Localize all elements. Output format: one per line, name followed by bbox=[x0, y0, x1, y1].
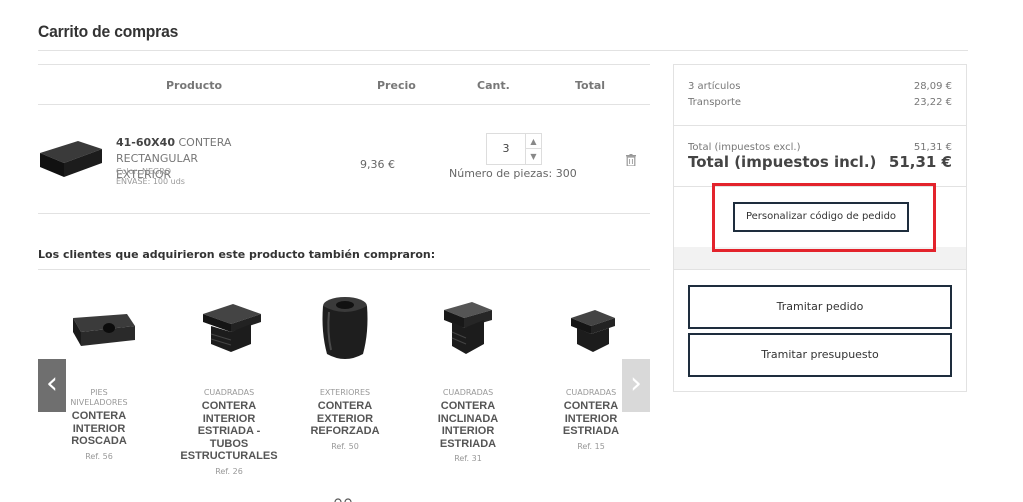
cart-item-row: 41-60X40 CONTERA RECTANGULAR EXTERIOR Co… bbox=[38, 105, 650, 214]
page-title: Carrito de compras bbox=[38, 22, 179, 41]
cart-table: Producto Precio Cant. Total 41-60X40 CON… bbox=[38, 64, 650, 214]
total-excl-label: Total (impuestos excl.) bbox=[688, 142, 801, 153]
cut-off-glyph bbox=[334, 498, 352, 502]
product-image bbox=[322, 297, 368, 359]
product-code: 41-60X40 bbox=[116, 136, 175, 149]
related-name: CONTERA INCLINADA INTERIOR ESTRIADA bbox=[437, 400, 499, 450]
related-category: CUADRADAS bbox=[442, 388, 494, 397]
product-pack: ENVASE: 100 uds bbox=[116, 177, 185, 186]
header-total: Total bbox=[575, 79, 606, 92]
product-image bbox=[444, 302, 492, 354]
related-ref: Ref. 15 bbox=[577, 441, 605, 451]
product-image bbox=[571, 310, 615, 352]
shipping-line: Transporte 23,22 € bbox=[688, 97, 952, 108]
product-image bbox=[203, 304, 261, 352]
related-ref: Ref. 56 bbox=[85, 451, 113, 461]
product-image bbox=[73, 314, 135, 346]
pieces-count: Número de piezas: 300 bbox=[449, 167, 577, 180]
summary-divider bbox=[674, 125, 966, 126]
item-price: 9,36 € bbox=[360, 158, 395, 171]
request-quote-button[interactable]: Tramitar presupuesto bbox=[688, 333, 952, 377]
header-price: Precio bbox=[377, 79, 416, 92]
related-product-card[interactable]: CUADRADAS CONTERA INTERIOR ESTRIADA Ref.… bbox=[536, 292, 646, 451]
total-incl-label: Total (impuestos incl.) bbox=[688, 153, 877, 171]
quantity-increase-button[interactable]: ▲ bbox=[525, 134, 541, 149]
related-ref: Ref. 50 bbox=[331, 441, 359, 451]
shipping-label: Transporte bbox=[688, 97, 742, 108]
quantity-stepper: 3 ▲ ▼ bbox=[486, 133, 542, 165]
summary-divider bbox=[674, 269, 966, 270]
related-name: CONTERA INTERIOR ESTRIADA - TUBOS ESTRUC… bbox=[180, 400, 278, 462]
total-excl-value: 51,31 € bbox=[913, 142, 952, 153]
related-category: EXTERIORES bbox=[319, 388, 371, 397]
total-incl-line: Total (impuestos incl.) 51,31 € bbox=[688, 153, 952, 171]
related-name: CONTERA INTERIOR ROSCADA bbox=[71, 410, 127, 447]
quantity-decrease-button[interactable]: ▼ bbox=[525, 149, 541, 164]
related-category: CUADRADAS bbox=[203, 388, 255, 397]
highlight-box bbox=[712, 183, 936, 252]
total-excl-line: Total (impuestos excl.) 51,31 € bbox=[688, 142, 952, 153]
items-count-label: 3 artículos bbox=[688, 81, 741, 92]
product-thumbnail[interactable] bbox=[38, 135, 104, 181]
cart-header-row: Producto Precio Cant. Total bbox=[38, 65, 650, 105]
related-ref: Ref. 31 bbox=[454, 454, 482, 463]
header-product: Producto bbox=[166, 79, 223, 92]
checkout-button[interactable]: Tramitar pedido bbox=[688, 285, 952, 329]
total-incl-value: 51,31 € bbox=[888, 153, 952, 171]
related-product-card[interactable]: PIES NIVELADORES CONTERA INTERIOR ROSCAD… bbox=[44, 292, 154, 461]
quantity-input[interactable]: 3 bbox=[487, 134, 525, 164]
related-product-card[interactable]: CUADRADAS CONTERA INTERIOR ESTRIADA - TU… bbox=[174, 292, 284, 476]
items-subtotal: 28,09 € bbox=[913, 81, 952, 92]
shipping-value: 23,22 € bbox=[913, 97, 952, 108]
related-products-title: Los clientes que adquirieron este produc… bbox=[38, 248, 436, 261]
related-category: CUADRADAS bbox=[565, 388, 617, 397]
items-count-line: 3 artículos 28,09 € bbox=[688, 81, 952, 92]
product-attributes: Color: NEGRO ENVASE: 100 uds bbox=[116, 167, 185, 187]
title-divider bbox=[38, 50, 968, 51]
product-color: Color: NEGRO bbox=[116, 167, 172, 176]
related-product-card[interactable]: EXTERIORES CONTERA EXTERIOR REFORZADA Re… bbox=[290, 292, 400, 451]
related-name: CONTERA EXTERIOR REFORZADA bbox=[310, 400, 380, 437]
related-category: PIES NIVELADORES bbox=[70, 388, 128, 407]
related-ref: Ref. 26 bbox=[215, 466, 243, 476]
trash-icon[interactable] bbox=[626, 154, 636, 166]
header-qty: Cant. bbox=[477, 79, 510, 92]
related-divider bbox=[38, 269, 650, 270]
related-name: CONTERA INTERIOR ESTRIADA bbox=[562, 400, 620, 437]
related-product-card[interactable]: CUADRADAS CONTERA INCLINADA INTERIOR EST… bbox=[413, 292, 523, 463]
